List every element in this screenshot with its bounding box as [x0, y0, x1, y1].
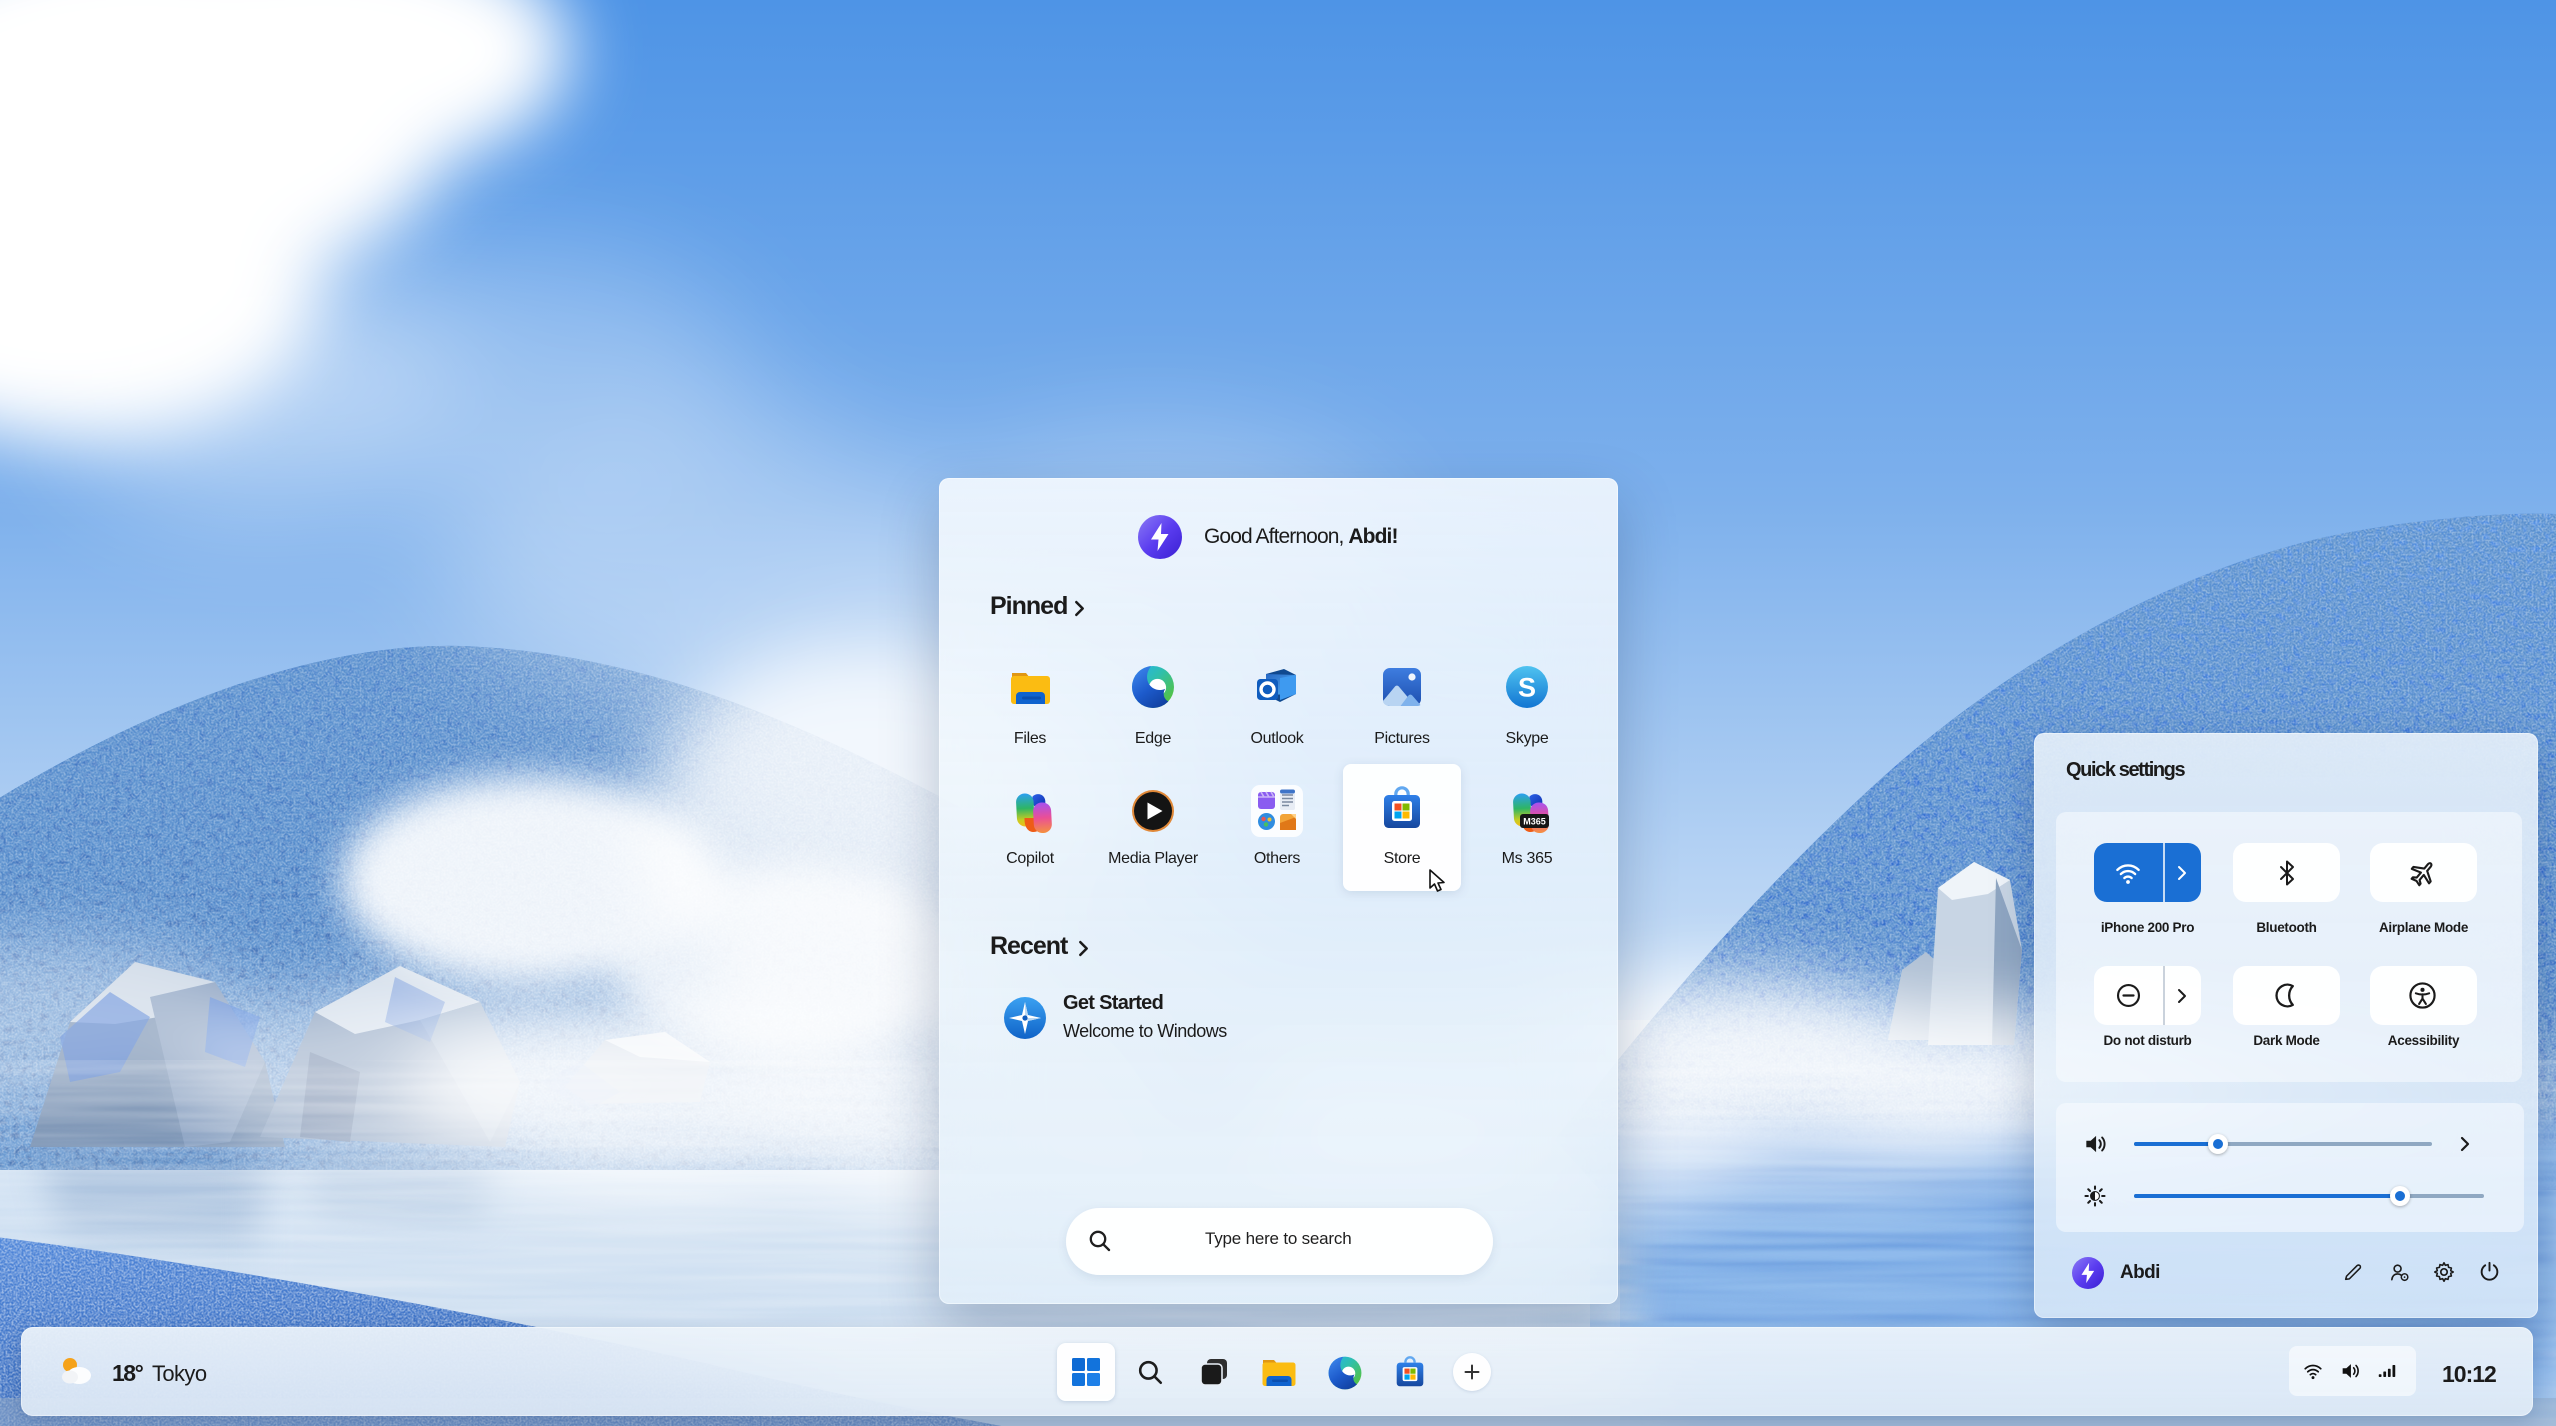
- svg-text:S: S: [1518, 673, 1536, 703]
- svg-text:M365: M365: [1523, 817, 1546, 827]
